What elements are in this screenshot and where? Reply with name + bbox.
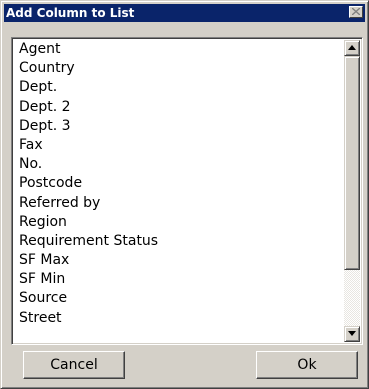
list-item[interactable]: Street [14, 309, 344, 328]
column-list-items: Agent Country Dept. Dept. 2 Dept. 3 Fax … [14, 40, 344, 342]
vertical-scrollbar[interactable] [344, 40, 360, 342]
scroll-down-button[interactable] [344, 326, 360, 342]
close-button[interactable] [349, 6, 363, 18]
list-item[interactable]: Dept. 2 [14, 98, 344, 117]
list-item[interactable]: Source [14, 289, 344, 308]
dialog-titlebar[interactable]: Add Column to List [4, 4, 365, 22]
scroll-thumb[interactable] [344, 56, 360, 270]
list-item[interactable]: Dept. [14, 78, 344, 97]
list-item[interactable]: Agent [14, 40, 344, 59]
list-item[interactable]: Region [14, 213, 344, 232]
list-item[interactable]: Dept. 3 [14, 117, 344, 136]
list-item[interactable]: Referred by [14, 194, 344, 213]
add-column-dialog: Add Column to List Agent Country Dept. D… [0, 0, 369, 389]
cancel-button[interactable]: Cancel [23, 351, 125, 379]
scroll-up-arrow-icon [348, 45, 356, 50]
list-item[interactable]: Requirement Status [14, 232, 344, 251]
list-item[interactable]: Country [14, 59, 344, 78]
list-item[interactable]: SF Min [14, 270, 344, 289]
list-item[interactable]: No. [14, 155, 344, 174]
list-item[interactable]: Fax [14, 136, 344, 155]
dialog-title: Add Column to List [6, 6, 135, 20]
column-listbox[interactable]: Agent Country Dept. Dept. 2 Dept. 3 Fax … [11, 37, 363, 345]
list-item[interactable]: Postcode [14, 174, 344, 193]
close-icon [352, 8, 360, 15]
ok-button[interactable]: Ok [256, 351, 358, 379]
scroll-down-arrow-icon [348, 331, 356, 336]
list-item[interactable]: SF Max [14, 251, 344, 270]
scroll-up-button[interactable] [344, 40, 360, 56]
